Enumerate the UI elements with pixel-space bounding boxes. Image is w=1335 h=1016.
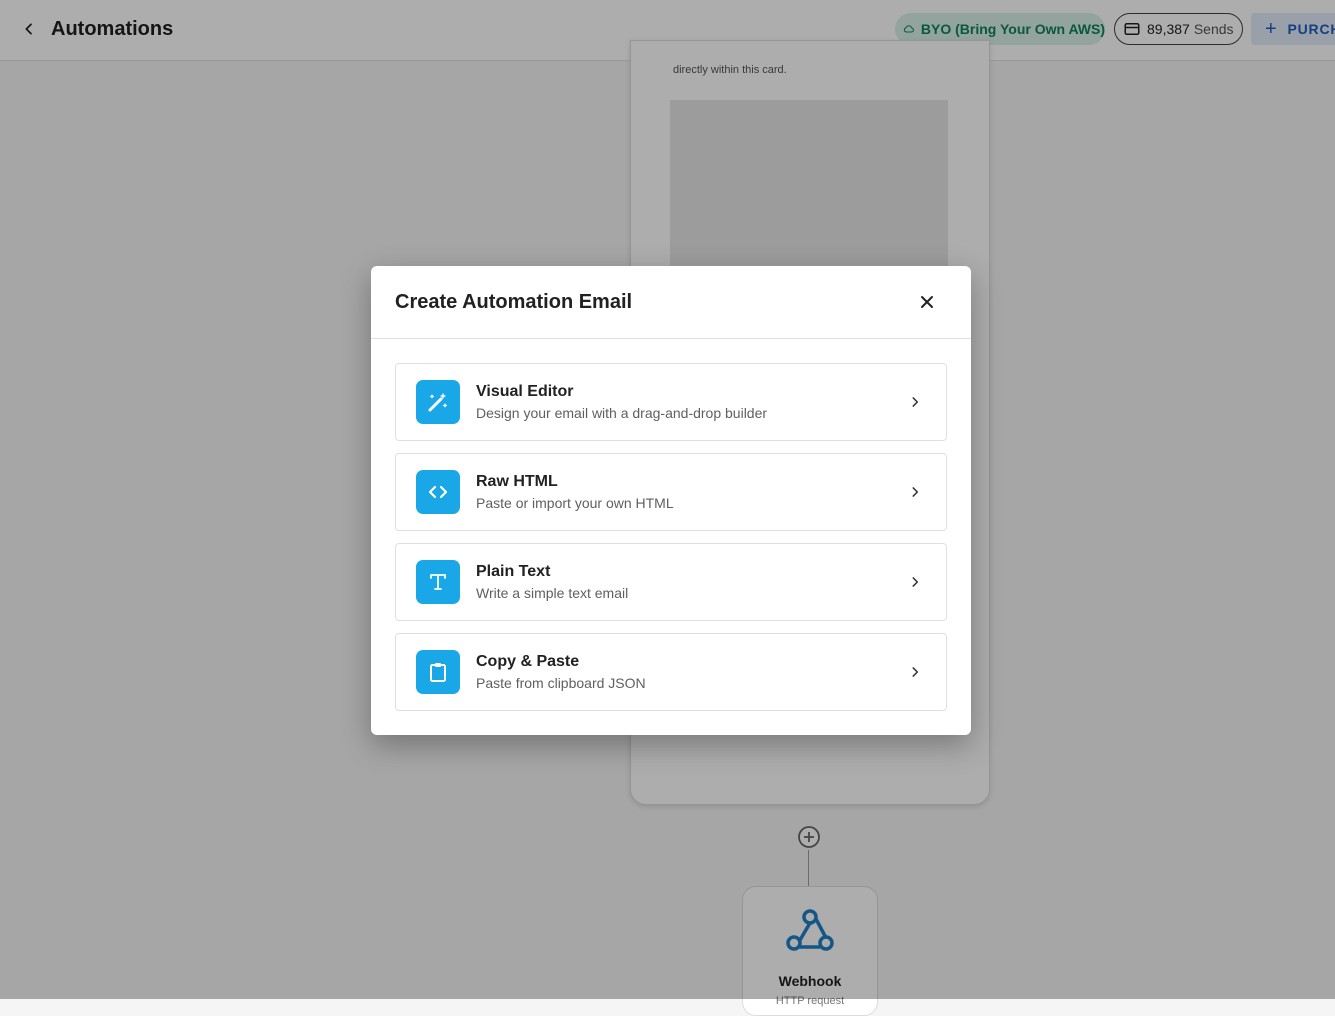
- dialog-divider: [371, 338, 971, 339]
- option-plain-text[interactable]: Plain Text Write a simple text email: [395, 543, 947, 621]
- option-description: Design your email with a drag-and-drop b…: [476, 405, 768, 421]
- create-automation-email-dialog: Create Automation Email Visual Editor De…: [371, 266, 971, 735]
- option-title: Visual Editor: [476, 383, 574, 400]
- option-icon-container: [416, 560, 460, 604]
- code-icon: [428, 485, 448, 499]
- option-description: Write a simple text email: [476, 585, 629, 601]
- option-icon-container: [416, 650, 460, 694]
- chevron-right-icon: [904, 571, 926, 593]
- option-icon-container: [416, 470, 460, 514]
- option-title: Copy & Paste: [476, 653, 580, 670]
- option-icon-container: [416, 380, 460, 424]
- dialog-title: Create Automation Email: [395, 291, 633, 313]
- option-description: Paste from clipboard JSON: [476, 675, 646, 691]
- chevron-right-icon: [904, 391, 926, 413]
- clipboard-icon: [430, 663, 446, 682]
- option-visual-editor[interactable]: Visual Editor Design your email with a d…: [395, 363, 947, 441]
- option-copy-paste[interactable]: Copy & Paste Paste from clipboard JSON: [395, 633, 947, 711]
- close-icon: [921, 296, 933, 308]
- close-button[interactable]: [913, 288, 941, 316]
- chevron-right-icon: [904, 481, 926, 503]
- option-title: Raw HTML: [476, 473, 558, 490]
- option-raw-html[interactable]: Raw HTML Paste or import your own HTML: [395, 453, 947, 531]
- option-description: Paste or import your own HTML: [476, 495, 674, 511]
- chevron-right-icon: [904, 661, 926, 683]
- text-icon: [430, 574, 446, 590]
- option-title: Plain Text: [476, 563, 551, 580]
- magic-wand-icon: [428, 393, 448, 412]
